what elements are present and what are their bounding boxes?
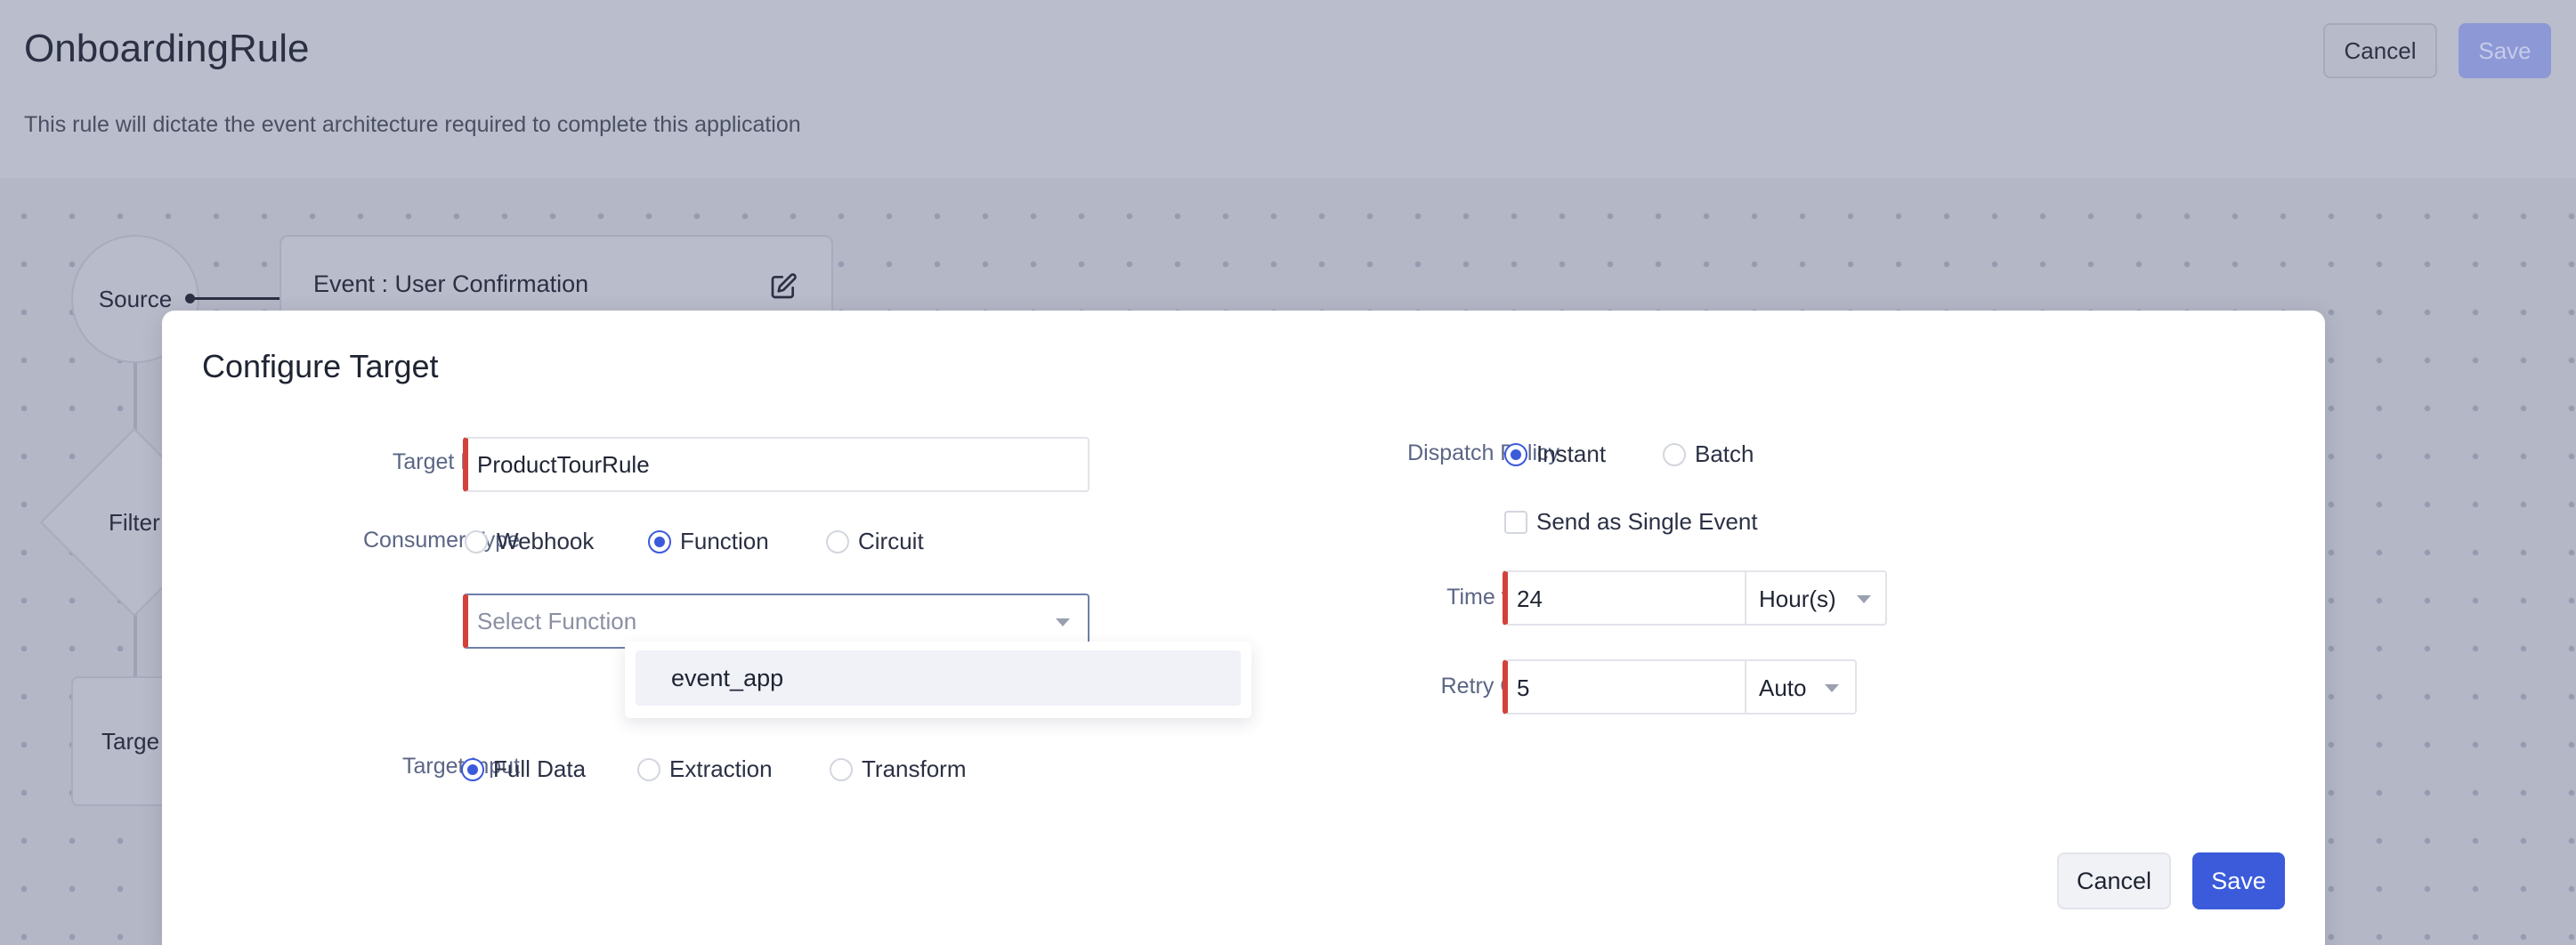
- connector-dot: [185, 294, 195, 303]
- radio-button-icon[interactable]: [830, 757, 853, 781]
- radio-button-icon[interactable]: [1663, 442, 1686, 466]
- divider: [1745, 659, 1746, 715]
- modal-title: Configure Target: [202, 348, 439, 384]
- function-select[interactable]: Select Function: [463, 594, 1090, 649]
- function-dropdown: event_app: [625, 642, 1252, 718]
- radio-button-checked-icon[interactable]: [461, 757, 484, 781]
- checkbox-icon[interactable]: [1504, 510, 1527, 534]
- target-node-label: Targe: [101, 728, 160, 755]
- radio-transform[interactable]: Transform: [830, 755, 967, 783]
- retry-mode: Auto: [1759, 674, 1807, 701]
- source-node-label: Source: [98, 285, 173, 312]
- radio-button-checked-icon[interactable]: [648, 529, 671, 553]
- radio-full-data[interactable]: Full Data: [461, 755, 586, 783]
- filter-node-label: Filter: [109, 509, 160, 536]
- function-select-placeholder: Select Function: [477, 607, 637, 634]
- radio-extraction-label: Extraction: [669, 755, 773, 782]
- radio-function[interactable]: Function: [648, 528, 769, 555]
- radio-batch[interactable]: Batch: [1663, 440, 1754, 468]
- page-header: OnboardingRule This rule will dictate th…: [0, 0, 2576, 178]
- radio-circuit[interactable]: Circuit: [826, 528, 924, 555]
- configure-target-modal: Configure Target Target Name ProductTour…: [162, 311, 2325, 945]
- send-single-event-label: Send as Single Event: [1536, 508, 1758, 535]
- retry-count-field[interactable]: 5 Auto: [1503, 659, 1857, 715]
- radio-button-icon[interactable]: [826, 529, 849, 553]
- dropdown-option[interactable]: event_app: [636, 650, 1241, 706]
- radio-button-icon[interactable]: [465, 529, 488, 553]
- radio-extraction[interactable]: Extraction: [637, 755, 773, 783]
- chevron-down-icon: [1857, 595, 1871, 603]
- radio-webhook-label: Webhook: [497, 528, 595, 554]
- page-description: This rule will dictate the event archite…: [24, 112, 801, 137]
- radio-instant-label: Instant: [1536, 440, 1607, 467]
- flow-connector: [190, 297, 291, 300]
- page-title: OnboardingRule: [24, 27, 310, 70]
- radio-full-data-label: Full Data: [493, 755, 587, 782]
- target-name-input[interactable]: ProductTourRule: [463, 437, 1090, 492]
- divider: [1745, 570, 1746, 626]
- radio-circuit-label: Circuit: [858, 528, 924, 554]
- ttl-unit: Hour(s): [1759, 586, 1836, 612]
- ttl-value: 24: [1517, 586, 1543, 612]
- radio-batch-label: Batch: [1695, 440, 1754, 467]
- modal-cancel-button[interactable]: Cancel: [2057, 852, 2171, 909]
- radio-transform-label: Transform: [862, 755, 967, 782]
- radio-function-label: Function: [680, 528, 769, 554]
- radio-instant[interactable]: Instant: [1504, 440, 1606, 468]
- header-save-button[interactable]: Save: [2459, 23, 2551, 78]
- chevron-down-icon: [1825, 684, 1839, 692]
- retry-value: 5: [1517, 674, 1530, 701]
- event-node-label: Event : User Confirmation: [313, 271, 589, 297]
- send-single-event-checkbox[interactable]: Send as Single Event: [1504, 508, 1758, 536]
- radio-button-checked-icon[interactable]: [1504, 442, 1527, 466]
- chevron-down-icon: [1056, 618, 1070, 626]
- time-to-live-field[interactable]: 24 Hour(s): [1503, 570, 1887, 626]
- radio-button-icon[interactable]: [637, 757, 660, 781]
- modal-save-button[interactable]: Save: [2192, 852, 2285, 909]
- header-cancel-button[interactable]: Cancel: [2323, 23, 2437, 78]
- radio-webhook[interactable]: Webhook: [465, 528, 594, 555]
- edit-icon[interactable]: [769, 272, 798, 301]
